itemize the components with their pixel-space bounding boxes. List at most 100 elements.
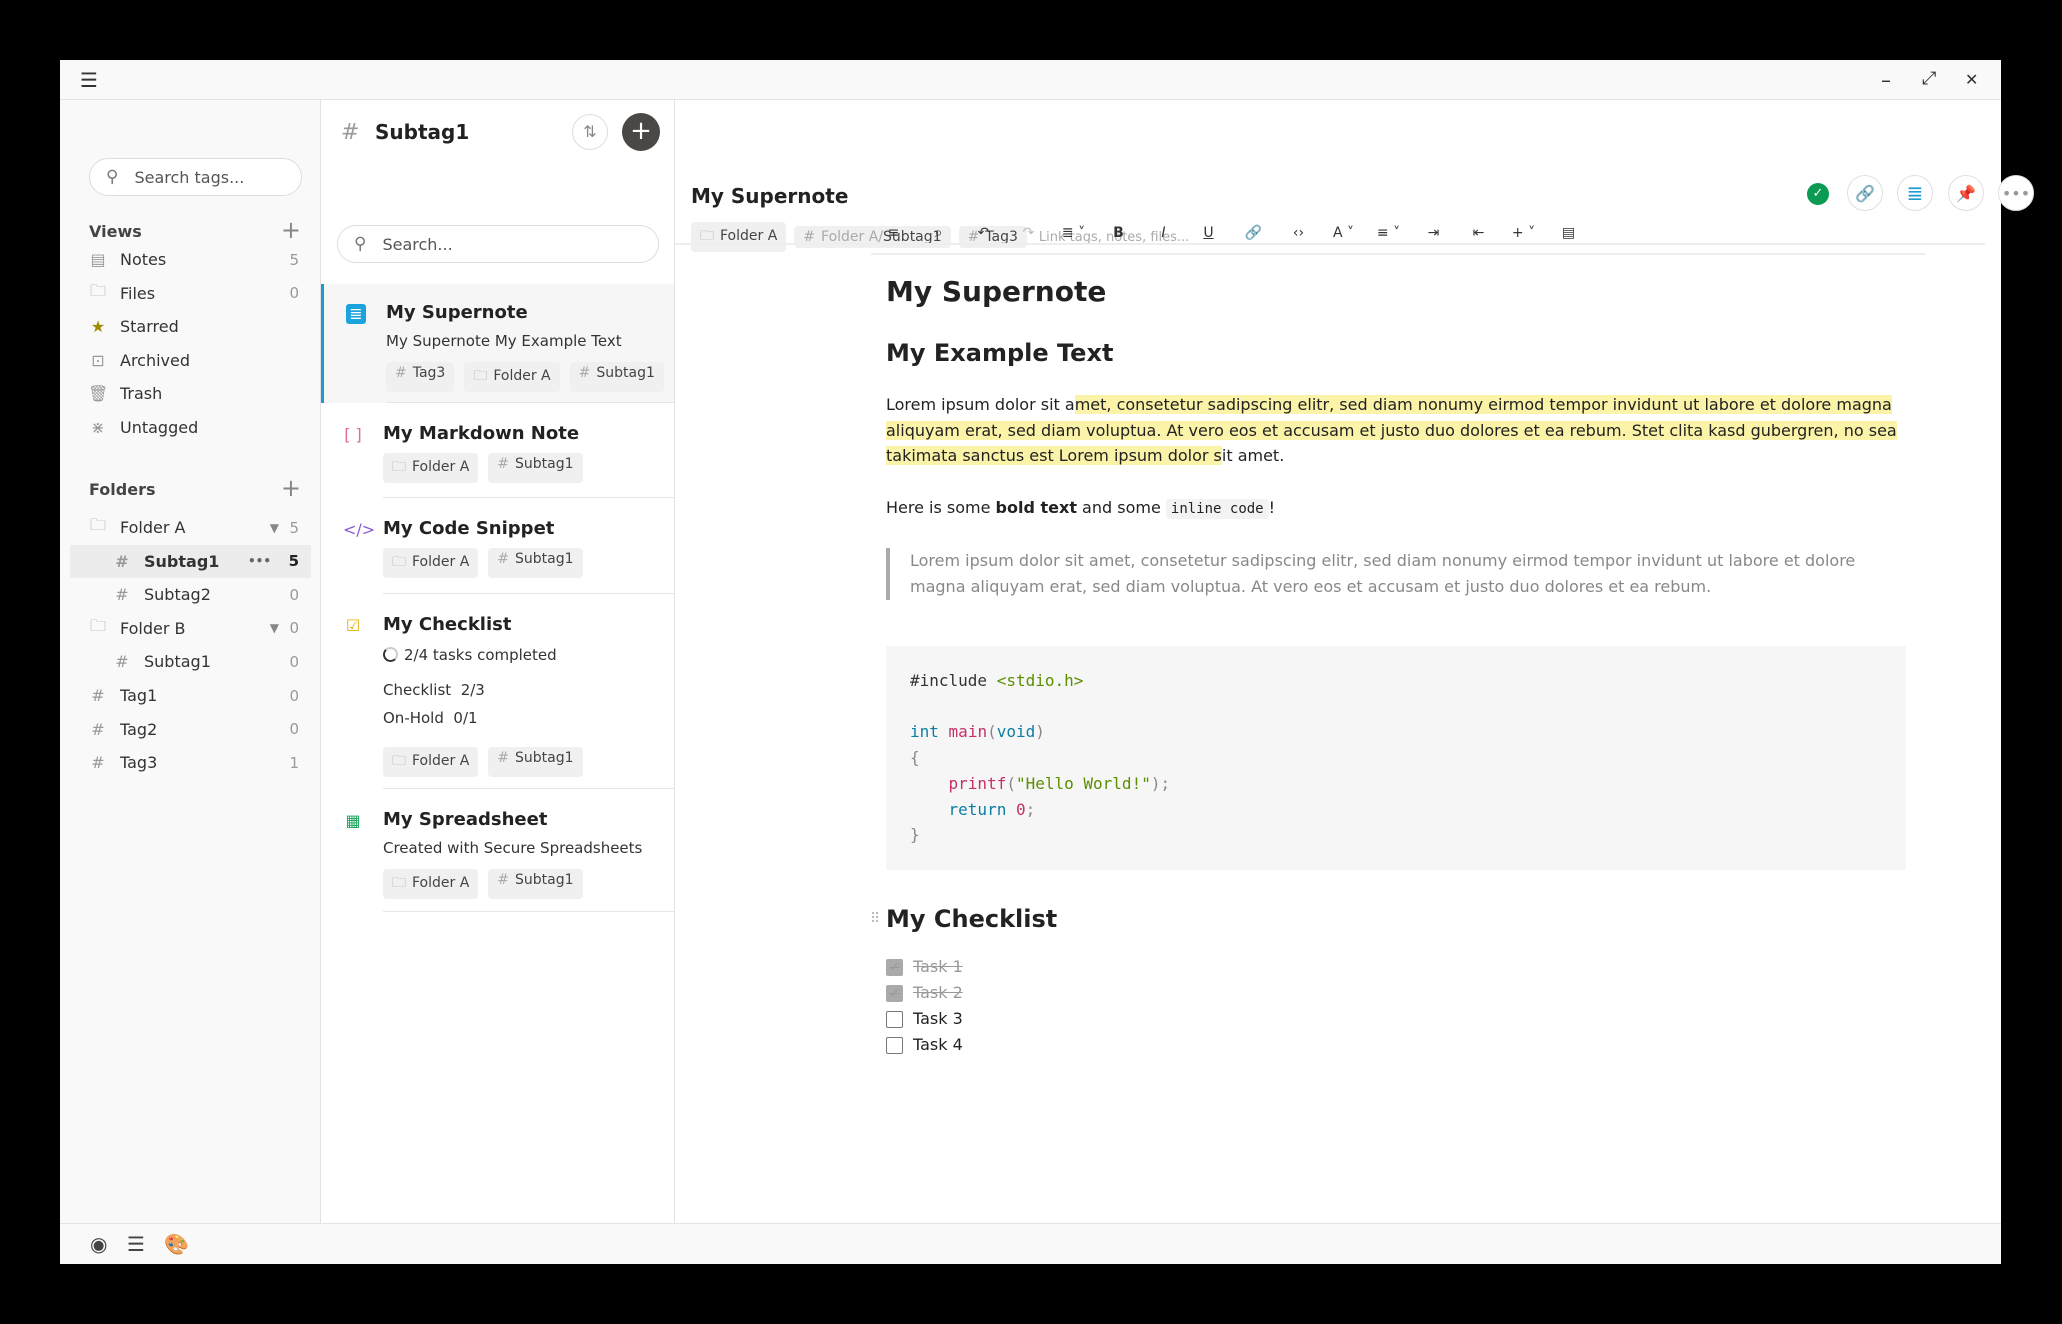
italic-button[interactable]: I	[1141, 225, 1186, 241]
folder-tag-chip[interactable]: 🗀 Folder A	[691, 222, 787, 252]
more-icon[interactable]: •••	[248, 554, 271, 568]
sort-button[interactable]: ⇅	[572, 114, 608, 150]
document-content[interactable]: My Supernote My Example Text Lorem ipsum…	[870, 272, 1906, 1058]
account-icon[interactable]: ◉	[90, 1232, 107, 1256]
sidebar-tag-item[interactable]: # Tag1 0	[70, 679, 311, 712]
note-list-item[interactable]: [ ] My Markdown Note 🗀 Folder A # Subtag1	[321, 405, 674, 498]
bold-button[interactable]: B	[1096, 225, 1141, 241]
text-color-button[interactable]: A ˅	[1321, 225, 1366, 241]
folder-icon: 🗀	[473, 368, 488, 384]
checklist-group: Checklist 2/3	[383, 681, 485, 699]
notes-list-panel: # Subtag1 ⇅ + ⚲ Search... ≣ My Supernote My…	[321, 100, 675, 1223]
note-preview: My Supernote My Example Text	[386, 332, 622, 350]
sidebar-item-starred[interactable]: ★ Starred	[70, 310, 311, 343]
checklist-icon: ☑	[345, 616, 361, 635]
sidebar-item-untagged[interactable]: ⋇ Untagged	[70, 411, 311, 444]
notes-icon: ▤	[90, 250, 106, 269]
code-block: #include <stdio.h> int main(void) { prin…	[886, 645, 1906, 871]
note-tags: 🗀 Folder A # Subtag1	[383, 548, 583, 578]
notes-search-input[interactable]: ⚲ Search...	[337, 225, 659, 263]
hash-icon: #	[497, 872, 510, 888]
caret-down-icon[interactable]: ▼	[270, 521, 279, 535]
note-title: My Spreadsheet	[383, 809, 548, 830]
code-button[interactable]: ‹›	[1276, 225, 1321, 241]
task-checkbox[interactable]: ✓	[886, 958, 903, 976]
indent-button[interactable]: ⇥	[1411, 225, 1456, 241]
hash-icon: #	[115, 652, 129, 672]
sidebar-item-files[interactable]: 🗀 Files 0	[70, 277, 311, 310]
formatting-toolbar: ≡ ⌕ ↶ ↷ ≣ ˅ B I U 🔗 ‹› A ˅ ≡ ˅ ⇥ ⇤ + ˅ ▤	[871, 213, 1925, 255]
underline-button[interactable]: U	[1186, 225, 1231, 241]
sidebar-tag-item[interactable]: # Tag3 1	[70, 746, 311, 779]
note-list-item[interactable]: ☑ My Checklist 2/4 tasks completed Checklis…	[321, 596, 674, 789]
pin-button[interactable]: 📌	[1948, 175, 1984, 211]
close-button[interactable]: ✕	[1965, 70, 1978, 89]
divider	[386, 402, 674, 403]
block-style-button[interactable]: ≣ ˅	[1051, 225, 1096, 241]
new-note-button[interactable]: +	[622, 113, 660, 151]
sidebar-item-notes[interactable]: ▤ Notes 5	[70, 243, 311, 276]
task-checkbox[interactable]: ✓	[886, 984, 903, 1002]
search-tags-input[interactable]: ⚲ Search tags...	[89, 158, 302, 196]
note-list-item[interactable]: </> My Code Snippet 🗀 Folder A # Subtag1	[321, 500, 674, 594]
sidebar-tag-item[interactable]: # Subtag1 0	[70, 645, 311, 678]
redo-button[interactable]: ↷	[1006, 225, 1051, 241]
tag-chip: 🗀 Folder A	[383, 747, 479, 777]
maximize-button[interactable]: ⤢	[1922, 68, 1936, 89]
checklist-heading: ⠿ My Checklist	[870, 902, 1906, 936]
title-bar: ☰ – ⤢ ✕	[60, 60, 2001, 100]
hash-icon: #	[115, 585, 129, 605]
heading-2: My Example Text	[886, 339, 1114, 367]
hash-icon: #	[91, 753, 105, 773]
note-title: My Code Snippet	[383, 518, 555, 539]
note-title[interactable]: My Supernote	[691, 184, 848, 208]
link-button[interactable]: 🔗	[1847, 175, 1883, 211]
tag-chip: # Subtag1	[569, 362, 664, 392]
outdent-button[interactable]: ⇤	[1456, 225, 1501, 241]
note-list-item[interactable]: ≣ My Supernote My Supernote My Example Tex…	[321, 284, 674, 403]
files-icon: 🗀	[89, 280, 106, 300]
drag-handle-icon[interactable]: ⠿	[870, 902, 880, 936]
sidebar-tag-item[interactable]: # Subtag1 ••• 5	[70, 544, 311, 578]
sidebar-tag-item[interactable]: # Tag2 0	[70, 713, 311, 746]
paragraph: Here is some bold text and some inline c…	[886, 497, 1276, 519]
add-folder-button[interactable]: +	[281, 474, 301, 502]
more-options-button[interactable]: •••	[1998, 175, 2034, 211]
minimize-button[interactable]: –	[1881, 68, 1891, 92]
hamburger-menu-icon[interactable]: ☰	[80, 68, 98, 92]
supernote-icon: ≣	[346, 304, 366, 324]
sidebar-item-trash[interactable]: 🗑 Trash	[70, 377, 311, 410]
link-button[interactable]: 🔗	[1231, 225, 1276, 241]
task-checkbox[interactable]	[886, 1010, 903, 1028]
search-button[interactable]: ⌕	[916, 225, 961, 241]
insert-button[interactable]: + ˅	[1501, 225, 1546, 241]
note-type-button[interactable]: ≣	[1897, 175, 1933, 211]
align-button[interactable]: ≡ ˅	[1366, 225, 1411, 241]
inline-code: inline code	[1165, 498, 1269, 519]
caret-down-icon[interactable]: ▼	[270, 621, 279, 635]
tag-chip: # Tag3	[386, 362, 455, 392]
task-checkbox[interactable]	[886, 1036, 903, 1054]
page-button[interactable]: ▤	[1546, 225, 1591, 241]
note-list-item[interactable]: ▦ My Spreadsheet Created with Secure Sprea…	[321, 791, 674, 912]
blockquote: Lorem ipsum dolor sit amet, consetetur s…	[886, 548, 1906, 600]
starred-icon: ★	[90, 317, 106, 337]
themes-icon[interactable]: 🎨	[164, 1232, 189, 1256]
code-icon: </>	[343, 520, 376, 539]
hash-icon: #	[395, 365, 407, 381]
sidebar-item-archived[interactable]: ⊡ Archived	[70, 344, 311, 377]
note-title: My Checklist	[383, 614, 512, 635]
hash-icon: #	[91, 719, 105, 739]
search-icon: ⚲	[106, 167, 119, 187]
add-view-button[interactable]: +	[281, 216, 301, 244]
sidebar-folder-item[interactable]: 🗀 Folder B ▼ 0	[70, 612, 311, 645]
toggle-menu-button[interactable]: ≡	[871, 225, 916, 241]
sidebar-tag-item[interactable]: # Subtag2 0	[70, 578, 311, 611]
undo-button[interactable]: ↶	[961, 225, 1006, 241]
hash-icon: #	[497, 456, 510, 472]
sidebar-folder-item[interactable]: 🗀 Folder A ▼ 5	[70, 511, 311, 544]
hash-icon: #	[497, 750, 510, 766]
preferences-icon[interactable]: ☰	[127, 1232, 145, 1256]
hash-icon: #	[497, 551, 510, 567]
tag-chip: # Subtag1	[488, 453, 583, 483]
